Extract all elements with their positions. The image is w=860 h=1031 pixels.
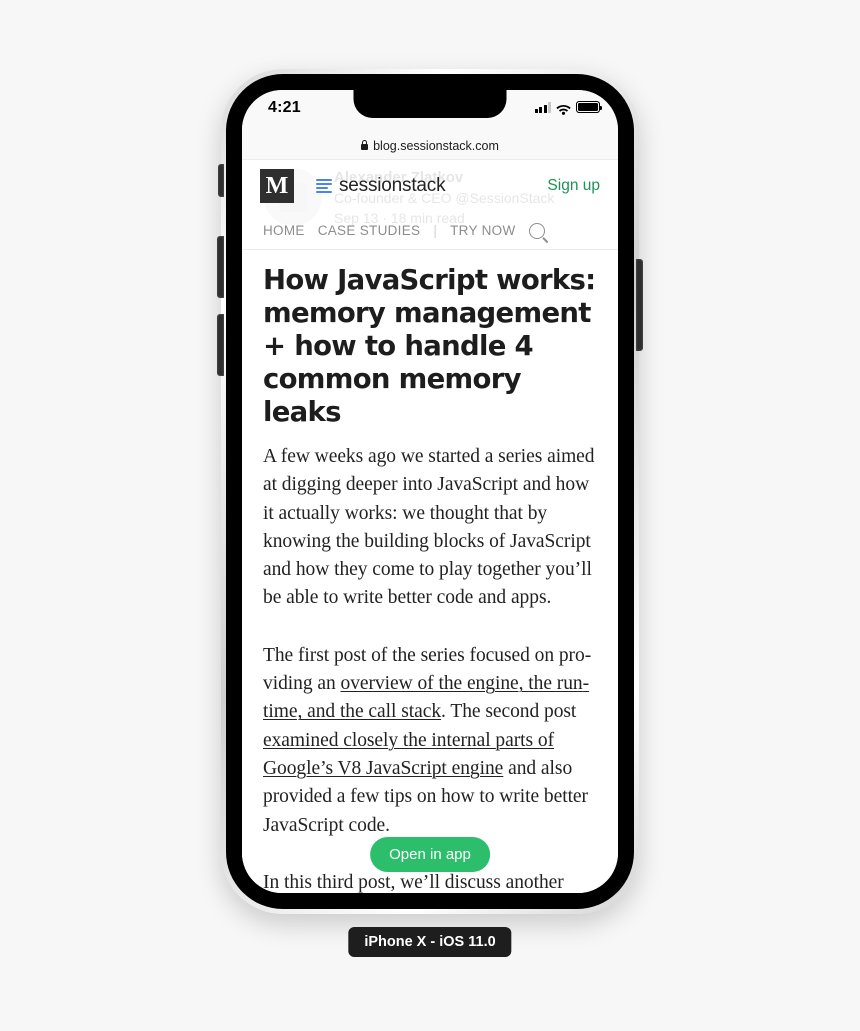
device-label: iPhone X - iOS 11.0 <box>348 927 512 957</box>
article-body: How JavaScript works: memory management … <box>242 250 618 893</box>
nav-item-case-studies[interactable]: CASE STUDIES <box>318 223 421 238</box>
screenshot-stage: 4:21 blog.sessionstack.com Alexander Zla… <box>0 0 860 1031</box>
url-text: blog.sessionstack.com <box>373 138 499 153</box>
medium-logo[interactable]: M <box>260 169 294 203</box>
silent-switch-button[interactable] <box>218 164 224 197</box>
article-paragraph-1: A few weeks ago we started a series aime… <box>263 446 595 609</box>
site-nav: HOME CASE STUDIES | TRY NOW <box>242 212 618 250</box>
search-icon[interactable] <box>528 222 545 239</box>
power-button[interactable] <box>636 259 643 351</box>
nav-separator: | <box>433 223 438 238</box>
open-in-app-button[interactable]: Open in app <box>370 837 490 872</box>
status-bar-time: 4:21 <box>268 99 301 116</box>
brand-name: sessionstack <box>339 175 446 196</box>
brand-link[interactable]: sessionstack <box>316 175 446 197</box>
nav-item-home[interactable]: HOME <box>263 223 305 238</box>
article-title: How JavaScript works: memory management … <box>263 264 596 428</box>
lock-icon <box>361 139 369 150</box>
site-header: M sessionstack Sign up <box>242 160 618 212</box>
sessionstack-logo <box>316 178 332 194</box>
wifi-icon <box>556 102 571 115</box>
volume-down-button[interactable] <box>217 314 224 376</box>
volume-up-button[interactable] <box>217 236 224 298</box>
device-screen: 4:21 blog.sessionstack.com Alexander Zla… <box>242 90 618 893</box>
battery-full-icon <box>576 101 602 113</box>
article-paragraph-3: In this third post, we’ll discuss anothe… <box>263 871 564 893</box>
browser-url-bar[interactable]: blog.sessionstack.com <box>242 132 618 160</box>
paragraph-2-part-2: . The second post <box>441 701 577 723</box>
cellular-signal-icon <box>534 102 551 113</box>
webview: Alexander Zlatkov Co-founder & CEO @Sess… <box>242 160 618 893</box>
sign-up-link[interactable]: Sign up <box>547 177 600 195</box>
nav-item-try-now[interactable]: TRY NOW <box>450 223 515 238</box>
article-paragraph-2: The first post of the series focused on … <box>263 642 597 840</box>
device-notch <box>353 90 507 118</box>
status-bar: 4:21 <box>242 90 618 132</box>
iphone-x-device-mockup: 4:21 blog.sessionstack.com Alexander Zla… <box>217 69 643 914</box>
status-bar-indicators <box>534 101 602 115</box>
